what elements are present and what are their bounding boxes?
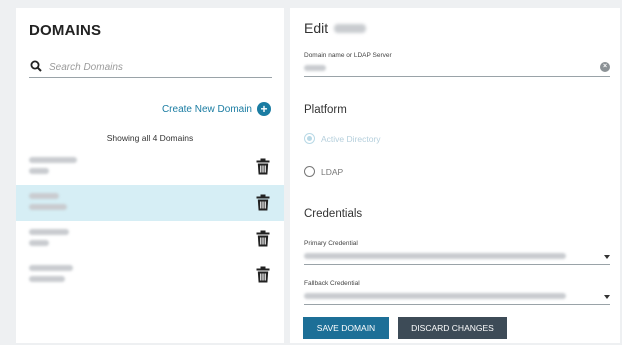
radio-label-active-directory: Active Directory xyxy=(321,133,381,144)
create-domain-button[interactable]: Create New Domain + xyxy=(162,102,271,116)
dropdown-caret-icon xyxy=(604,255,610,259)
clear-icon[interactable]: × xyxy=(600,62,610,72)
domain-row[interactable] xyxy=(16,149,284,185)
dropdown-caret-icon xyxy=(604,295,610,299)
radio-active-directory[interactable]: Active Directory xyxy=(304,133,381,144)
domains-title: DOMAINS xyxy=(29,22,102,39)
domain-field-label: Domain name or LDAP Server xyxy=(304,52,392,59)
fallback-credential-select[interactable] xyxy=(304,289,610,305)
edit-domain-name-redacted xyxy=(334,23,367,33)
trash-icon[interactable] xyxy=(256,158,270,175)
search-box[interactable] xyxy=(29,58,272,78)
domain-type-redacted xyxy=(29,240,49,246)
domain-type-redacted xyxy=(29,168,49,174)
primary-credential-value-redacted xyxy=(304,253,566,259)
domain-type-redacted xyxy=(29,204,67,210)
domain-name-redacted xyxy=(29,193,59,199)
domain-name-redacted xyxy=(29,229,69,235)
domain-name-value-redacted xyxy=(304,65,326,71)
edit-label: Edit xyxy=(304,20,329,36)
radio-dot xyxy=(304,133,315,144)
trash-icon[interactable] xyxy=(256,266,270,283)
fallback-credential-label: Fallback Credential xyxy=(304,280,360,287)
radio-dot xyxy=(304,166,315,177)
domains-panel: DOMAINS Create New Domain + Showing all … xyxy=(16,8,284,343)
domain-row[interactable] xyxy=(16,221,284,257)
create-domain-label: Create New Domain xyxy=(161,103,252,115)
edit-panel: Edit Domain name or LDAP Server × Platfo… xyxy=(290,8,620,343)
domain-name-redacted xyxy=(29,265,73,271)
trash-icon[interactable] xyxy=(256,194,270,211)
search-input[interactable] xyxy=(49,58,269,76)
primary-credential-label: Primary Credential xyxy=(304,240,358,247)
showing-count: Showing all 4 Domains xyxy=(106,133,194,143)
plus-circle-icon: + xyxy=(257,102,271,116)
domain-name-redacted xyxy=(29,157,77,163)
domain-list xyxy=(16,149,284,293)
edit-title: Edit xyxy=(304,20,367,36)
primary-credential-select[interactable] xyxy=(304,249,610,265)
domain-row-selected[interactable] xyxy=(16,185,284,221)
trash-icon[interactable] xyxy=(256,230,270,247)
search-icon xyxy=(30,60,42,72)
domain-name-field[interactable]: × xyxy=(304,61,610,77)
radio-label-ldap: LDAP xyxy=(321,166,344,177)
discard-changes-button[interactable]: DISCARD CHANGES xyxy=(398,317,507,339)
fallback-credential-value-redacted xyxy=(304,293,566,299)
platform-heading: Platform xyxy=(304,104,347,116)
domain-row[interactable] xyxy=(16,257,284,293)
credentials-heading: Credentials xyxy=(304,208,363,220)
radio-ldap[interactable]: LDAP xyxy=(304,166,343,177)
domain-type-redacted xyxy=(29,276,65,282)
save-domain-button[interactable]: SAVE DOMAIN xyxy=(303,317,389,339)
